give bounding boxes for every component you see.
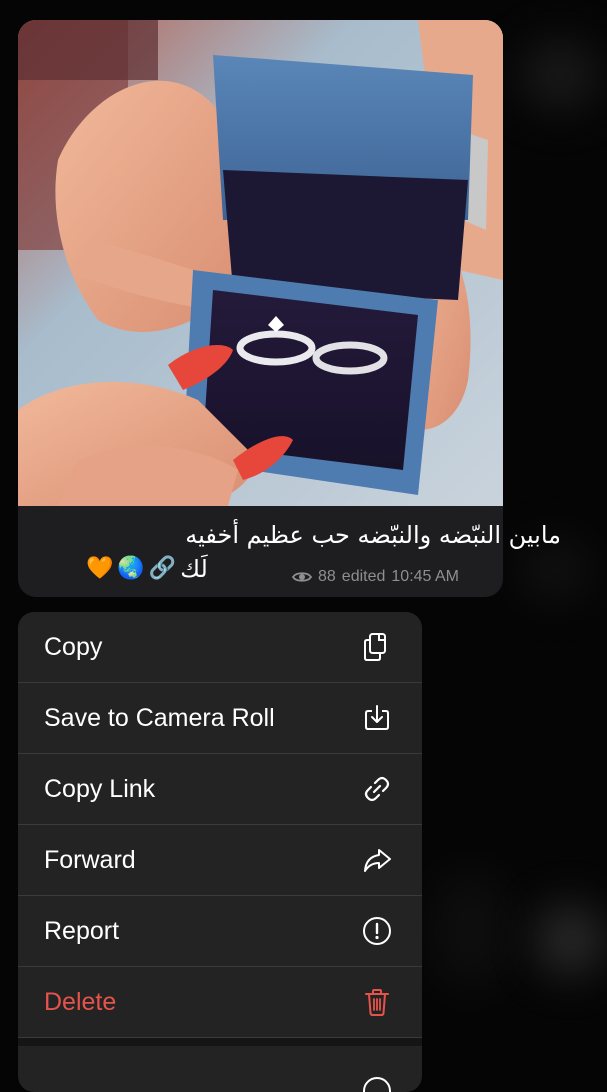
view-count: 88 (318, 568, 336, 585)
caption-word: لَك (180, 555, 208, 583)
menu-item-label: Forward (44, 845, 136, 874)
forward-arrow-icon (360, 843, 394, 877)
context-menu: Copy Save to Camera Roll Copy Link Forwa… (18, 612, 422, 1092)
trash-icon (360, 985, 394, 1019)
message-caption: مابين النبّضه والنبّضه حب عظيم أخفيه (185, 521, 561, 549)
menu-item-label: Copy (44, 632, 103, 661)
menu-group-separator (18, 1038, 422, 1046)
heart-emoji: 🧡 (86, 556, 114, 581)
link-emoji: 🔗 (148, 556, 177, 581)
menu-item-report[interactable]: Report (18, 896, 422, 967)
exclamation-circle-icon (360, 914, 394, 948)
background-blur (520, 40, 600, 110)
message-meta: 88 edited 10:45 AM (292, 566, 459, 588)
message-bubble[interactable] (18, 20, 503, 597)
menu-item-copy[interactable]: Copy (18, 612, 422, 683)
globe-emoji: 🌏 (117, 556, 145, 581)
menu-item-label: Report (44, 916, 120, 945)
edited-label: edited (341, 568, 386, 585)
message-photo[interactable] (18, 20, 503, 506)
ring-box-photo (18, 20, 503, 506)
message-caption-line-2: 🧡 🌏 🔗 لَك (86, 551, 208, 587)
eye-icon (292, 570, 312, 584)
menu-item-more[interactable] (18, 1046, 422, 1092)
link-icon (360, 772, 394, 806)
menu-item-forward[interactable]: Forward (18, 825, 422, 896)
copy-icon (360, 630, 394, 664)
menu-item-label: Save to Camera Roll (44, 703, 275, 732)
menu-item-save-to-camera-roll[interactable]: Save to Camera Roll (18, 683, 422, 754)
info-circle-icon (360, 1074, 394, 1092)
message-time: 10:45 AM (391, 568, 459, 585)
background-blur (535, 905, 605, 975)
menu-item-delete[interactable]: Delete (18, 967, 422, 1038)
menu-item-label: Copy Link (44, 774, 156, 803)
menu-item-copy-link[interactable]: Copy Link (18, 754, 422, 825)
download-icon (360, 701, 394, 735)
menu-item-label: Delete (44, 987, 117, 1016)
background-blur (430, 870, 510, 990)
